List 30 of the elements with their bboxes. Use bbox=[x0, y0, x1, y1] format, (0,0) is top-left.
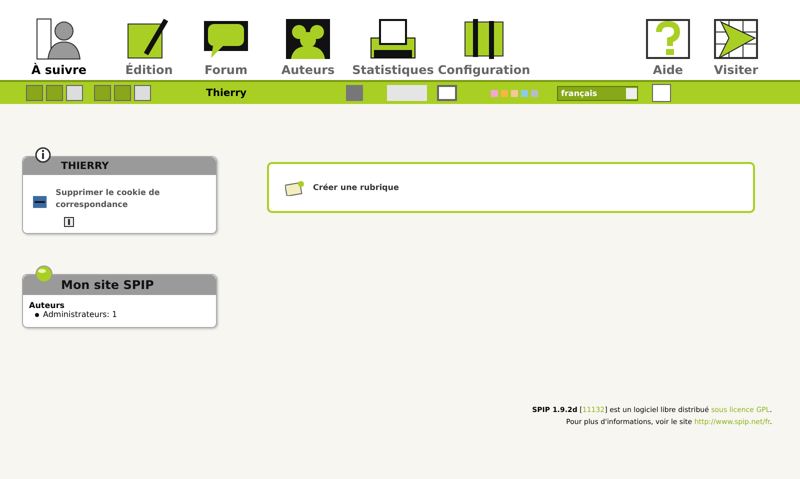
people-group-icon bbox=[285, 18, 331, 60]
status-ball-icon bbox=[35, 265, 53, 283]
folder-add-icon bbox=[285, 180, 305, 196]
nav-tab[interactable]: À suivre bbox=[26, 18, 92, 80]
section-heading: Auteurs bbox=[29, 301, 66, 310]
cookie-delete-icon bbox=[33, 195, 47, 209]
box-title: Mon site SPIP bbox=[23, 275, 216, 295]
arrow-grid-icon bbox=[713, 18, 759, 60]
color-swatch[interactable] bbox=[531, 90, 538, 96]
bullet-icon bbox=[35, 312, 39, 316]
monitor-icon bbox=[370, 18, 416, 60]
nav-tab[interactable]: Statistiques bbox=[350, 18, 436, 80]
list-item: Administrateurs: 1 bbox=[43, 310, 118, 319]
nav-tab[interactable]: Visiter bbox=[706, 18, 766, 80]
question-mark-icon bbox=[645, 18, 691, 60]
color-swatch[interactable] bbox=[491, 90, 498, 96]
nav-tab[interactable]: Configuration bbox=[436, 18, 532, 80]
nav-tab[interactable]: Forum bbox=[188, 18, 264, 80]
create-section-link[interactable]: Créer une rubrique bbox=[313, 182, 399, 194]
nav-tab[interactable]: Aide bbox=[638, 18, 698, 80]
delete-cookie-link[interactable]: Supprimer le cookie de correspondance bbox=[56, 187, 208, 211]
nav-tab[interactable]: Auteurs bbox=[266, 18, 350, 80]
box-title: THIERRY bbox=[23, 157, 216, 175]
speech-bubble-icon bbox=[203, 18, 249, 60]
color-swatch[interactable] bbox=[511, 90, 518, 96]
color-swatch[interactable] bbox=[521, 90, 528, 96]
nav-tab[interactable]: Édition bbox=[114, 18, 184, 80]
person-list-icon bbox=[36, 18, 82, 60]
color-swatch[interactable] bbox=[501, 90, 508, 96]
user-name: Thierry bbox=[206, 88, 248, 98]
